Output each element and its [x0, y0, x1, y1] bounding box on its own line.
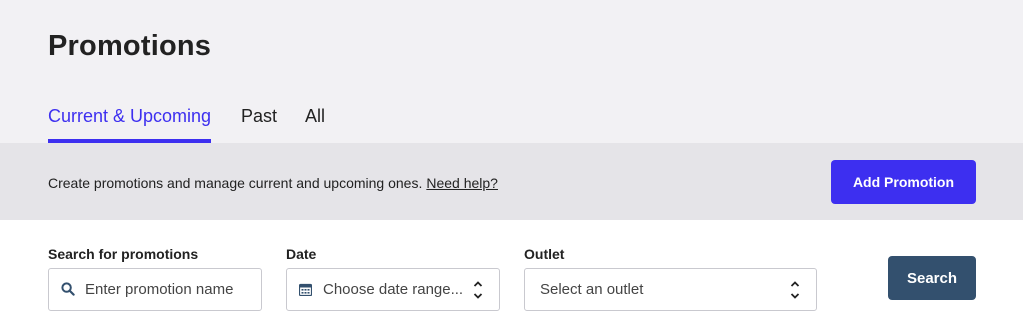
search-icon	[61, 282, 75, 300]
search-button[interactable]: Search	[888, 256, 976, 300]
updown-chevron-icon	[473, 279, 483, 301]
date-label: Date	[286, 246, 317, 262]
outlet-select[interactable]: Select an outlet	[524, 268, 817, 311]
outlet-label: Outlet	[524, 246, 565, 262]
date-placeholder: Choose date range...	[323, 281, 464, 298]
search-placeholder: Enter promotion name	[85, 281, 234, 298]
tab-all[interactable]: All	[305, 106, 325, 143]
info-description: Create promotions and manage current and…	[48, 175, 423, 191]
date-range-select[interactable]: Choose date range...	[286, 268, 500, 311]
page-header: Promotions Current & Upcoming Past All	[0, 0, 1023, 143]
info-text: Create promotions and manage current and…	[48, 175, 498, 191]
calendar-icon	[298, 283, 313, 300]
outlet-placeholder: Select an outlet	[540, 281, 644, 298]
search-input[interactable]: Enter promotion name	[48, 268, 262, 311]
filter-bar: Search for promotions Enter promotion na…	[0, 220, 1023, 335]
search-label: Search for promotions	[48, 246, 199, 262]
tab-past[interactable]: Past	[241, 106, 277, 143]
page-title: Promotions	[48, 30, 212, 62]
tab-current-upcoming[interactable]: Current & Upcoming	[48, 106, 212, 143]
info-bar: Create promotions and manage current and…	[0, 143, 1023, 220]
add-promotion-button[interactable]: Add Promotion	[831, 160, 976, 204]
need-help-link[interactable]: Need help?	[426, 175, 498, 191]
updown-chevron-icon	[790, 279, 800, 301]
